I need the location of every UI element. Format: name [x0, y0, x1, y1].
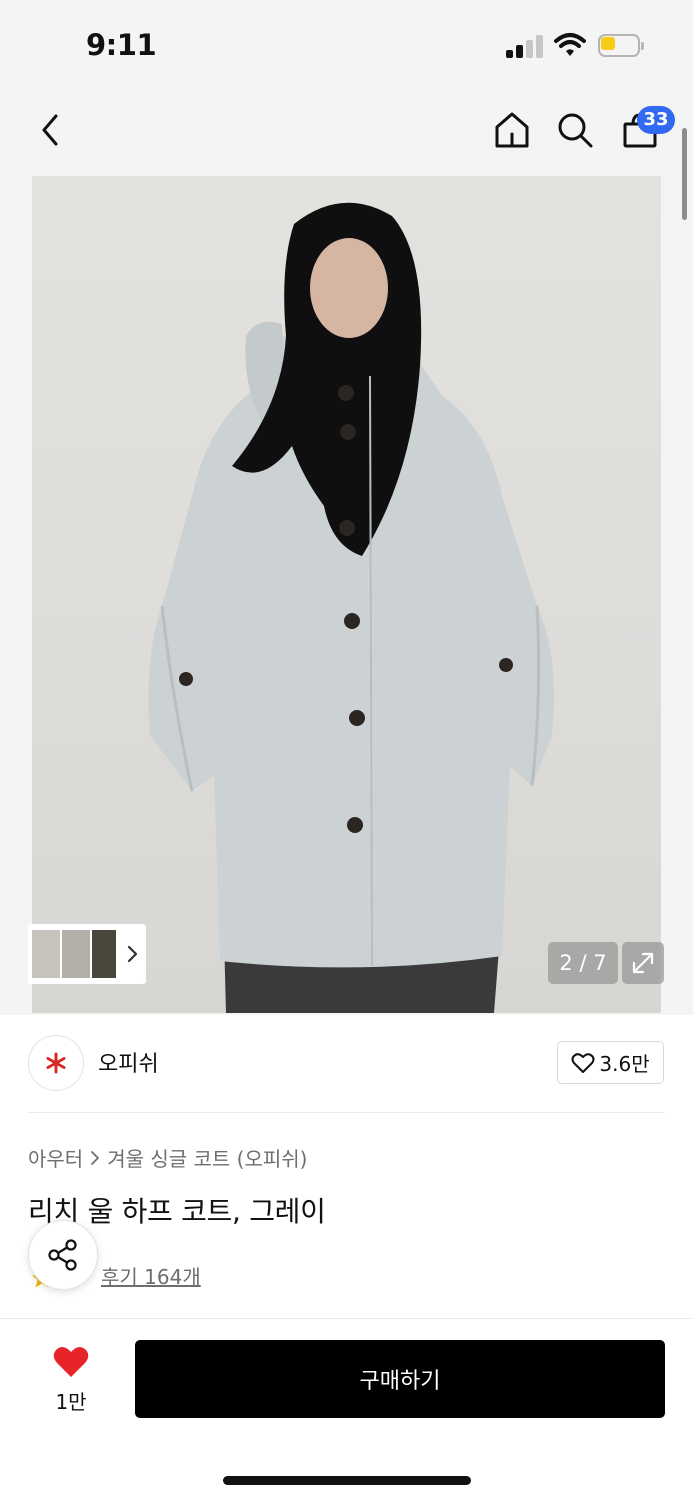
cellular-signal-icon: [506, 34, 544, 58]
search-button[interactable]: [551, 106, 599, 154]
home-icon: [495, 112, 529, 148]
battery-icon: [598, 34, 644, 57]
reviews-link[interactable]: 후기 164개: [101, 1261, 201, 1290]
breadcrumb-category[interactable]: 아우터: [28, 1143, 83, 1172]
search-icon: [558, 113, 593, 148]
brand-like-button[interactable]: 3.6만: [557, 1041, 664, 1084]
home-button[interactable]: [488, 106, 536, 154]
chevron-right-icon[interactable]: [122, 942, 142, 966]
thumbnail-strip[interactable]: [28, 924, 146, 984]
brand-logo[interactable]: [28, 1035, 84, 1091]
breadcrumb-subcategory[interactable]: 겨울 싱글 코트 (오피쉬): [107, 1143, 307, 1172]
expand-image-button[interactable]: [622, 942, 664, 984]
wishlist-count: 1만: [55, 1390, 87, 1414]
nav-bar: [0, 96, 693, 166]
chevron-right-icon: [89, 1150, 101, 1166]
share-icon: [48, 1239, 77, 1271]
divider: [28, 1112, 665, 1113]
cart-count-badge: 33: [637, 106, 675, 134]
chevron-left-icon: [42, 114, 58, 146]
back-button[interactable]: [26, 106, 74, 154]
breadcrumb: 아우터 겨울 싱글 코트 (오피쉬): [28, 1143, 307, 1172]
expand-icon: [632, 952, 654, 974]
status-bar: 9:11: [0, 0, 693, 90]
buy-button[interactable]: 구매하기: [135, 1340, 665, 1418]
share-button[interactable]: [28, 1220, 98, 1290]
heart-filled-icon: [53, 1346, 89, 1377]
thumbnail-3[interactable]: [92, 930, 116, 978]
status-time: 9:11: [86, 28, 157, 62]
image-page-counter: 2 / 7: [548, 942, 618, 984]
bottom-bar-divider: [0, 1318, 693, 1319]
wishlist-button[interactable]: 1만: [40, 1340, 102, 1418]
heart-outline-icon: [571, 1052, 595, 1073]
wifi-icon: [554, 32, 586, 58]
thumbnail-1[interactable]: [32, 930, 60, 978]
scrollbar-thumb[interactable]: [682, 128, 687, 220]
brand-name[interactable]: 오피쉬: [98, 1046, 159, 1078]
brand-logo-icon: [46, 1052, 66, 1074]
brand-like-count: 3.6만: [599, 1052, 650, 1076]
product-image[interactable]: [32, 176, 661, 1013]
home-indicator[interactable]: [223, 1476, 471, 1485]
thumbnail-2[interactable]: [62, 930, 90, 978]
